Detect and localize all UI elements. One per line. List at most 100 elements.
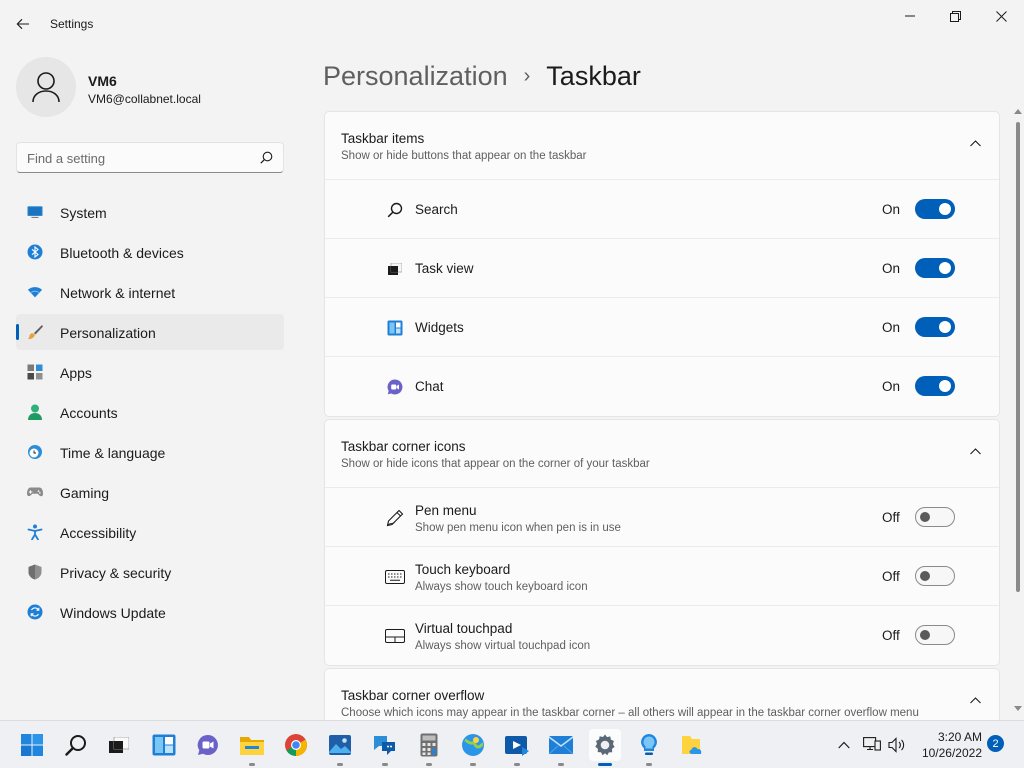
sidebar-item-label: Privacy & security [60, 565, 172, 581]
running-indicator [337, 763, 343, 766]
running-indicator [514, 763, 520, 766]
sidebar-nav: System Bluetooth & devices Network & int… [16, 194, 284, 634]
calculator-icon [420, 733, 438, 757]
corner-overflow-header[interactable]: Taskbar corner overflow Choose which ico… [325, 669, 999, 720]
taskbar-chat-button[interactable] [192, 729, 224, 761]
settings-search[interactable] [16, 142, 284, 173]
chat-toggle[interactable] [915, 376, 955, 396]
taskbar-file-explorer-button[interactable] [236, 729, 268, 766]
taskbar-items-header[interactable]: Taskbar items Show or hide buttons that … [325, 112, 999, 180]
restore-button[interactable] [932, 0, 978, 32]
close-icon [995, 10, 1007, 22]
search-icon [385, 200, 405, 220]
sidebar-item-accounts[interactable]: Accounts [16, 394, 284, 430]
sidebar-item-bluetooth[interactable]: Bluetooth & devices [16, 234, 284, 270]
taskbar-maps-button[interactable] [457, 729, 489, 766]
running-indicator [646, 763, 652, 766]
sidebar-item-time-language[interactable]: Time & language [16, 434, 284, 470]
network-icon [863, 737, 881, 751]
scrollbar-thumb[interactable] [1016, 122, 1020, 592]
taskbar-chrome-button[interactable] [280, 729, 312, 761]
back-button[interactable] [8, 10, 38, 38]
setting-label: Pen menu [415, 503, 477, 518]
shield-icon [27, 564, 43, 580]
search-toggle[interactable] [915, 199, 955, 219]
corner-icons-header[interactable]: Taskbar corner icons Show or hide icons … [325, 420, 999, 488]
taskbar-item-widgets-row: Widgets On [325, 298, 999, 357]
close-button[interactable] [978, 0, 1024, 32]
content-scrollbar[interactable] [1012, 108, 1024, 720]
sidebar-item-label: Time & language [60, 445, 166, 461]
speaker-icon [888, 737, 905, 753]
taskbar-settings-button[interactable] [589, 729, 621, 766]
notification-badge[interactable]: 2 [987, 735, 1004, 752]
search-input[interactable] [27, 149, 247, 167]
title-bar: Settings [0, 0, 1024, 48]
task-view-toggle[interactable] [915, 258, 955, 278]
network-status-button[interactable] [861, 735, 883, 755]
setting-label: Touch keyboard [415, 562, 511, 577]
breadcrumb-parent-link[interactable]: Personalization [323, 61, 508, 92]
section-subtitle: Show or hide buttons that appear on the … [341, 150, 587, 162]
chevron-up-icon[interactable] [970, 448, 981, 455]
scroll-up-icon[interactable] [1014, 108, 1022, 114]
scroll-down-icon[interactable] [1014, 706, 1022, 712]
restore-icon [949, 10, 961, 22]
settings-window: Settings VM6 VM6@collabnet.local System … [0, 0, 1024, 720]
pen-menu-toggle[interactable] [915, 507, 955, 527]
taskbar-media-player-button[interactable] [501, 729, 533, 766]
sidebar-item-privacy-security[interactable]: Privacy & security [16, 554, 284, 590]
taskbar-tips-button[interactable] [633, 729, 665, 766]
touch-keyboard-toggle[interactable] [915, 566, 955, 586]
sidebar-item-system[interactable]: System [16, 194, 284, 230]
widgets-toggle[interactable] [915, 317, 955, 337]
taskbar-teams-button[interactable] [369, 729, 401, 766]
taskbar-search-button[interactable] [60, 729, 92, 761]
volume-button[interactable] [886, 735, 908, 755]
sidebar-item-network[interactable]: Network & internet [16, 274, 284, 310]
search-icon[interactable] [260, 151, 273, 164]
page-title: Taskbar [546, 60, 641, 91]
chat-icon [197, 734, 218, 755]
chevron-up-icon[interactable] [970, 697, 981, 704]
sidebar-item-gaming[interactable]: Gaming [16, 474, 284, 510]
section-title: Taskbar corner icons [341, 439, 466, 454]
start-button[interactable] [16, 729, 48, 761]
avatar[interactable] [16, 57, 76, 117]
sidebar-item-label: Windows Update [60, 605, 166, 621]
toggle-state-text: On [882, 202, 901, 217]
user-email: VM6@collabnet.local [88, 92, 201, 106]
sidebar-item-accessibility[interactable]: Accessibility [16, 514, 284, 550]
show-hidden-icons-button[interactable] [833, 735, 855, 755]
sidebar-item-label: System [60, 205, 107, 221]
setting-description: Always show virtual touchpad icon [415, 640, 591, 652]
sidebar-item-label: Accessibility [60, 525, 137, 541]
wifi-icon [27, 284, 43, 300]
toggle-state-text: On [882, 261, 901, 276]
chevron-up-icon[interactable] [970, 140, 981, 147]
section-subtitle: Show or hide icons that appear on the co… [341, 458, 650, 470]
sidebar-item-windows-update[interactable]: Windows Update [16, 594, 284, 630]
taskbar-widgets-button[interactable] [148, 729, 180, 761]
taskbar-mail-button[interactable] [545, 729, 577, 766]
pen-icon [385, 508, 405, 528]
media-player-icon [505, 736, 529, 756]
taskbar-item-search-row: Search On [325, 180, 999, 239]
bluetooth-icon [27, 244, 43, 260]
taskbar-task-view-button[interactable] [103, 729, 135, 761]
taskbar-onedrive-folder-button[interactable] [677, 729, 709, 761]
clock-globe-icon [27, 444, 43, 460]
maps-icon [462, 734, 484, 756]
start-icon [21, 734, 43, 756]
taskbar-calculator-button[interactable] [413, 729, 445, 766]
taskbar-clock[interactable]: 3:20 AM 10/26/2022 [910, 729, 982, 761]
minimize-button[interactable] [887, 0, 933, 32]
breadcrumb: Personalization › Taskbar [323, 58, 641, 94]
keyboard-icon [385, 567, 405, 587]
setting-description: Show pen menu icon when pen is in use [415, 522, 621, 534]
virtual-touchpad-toggle[interactable] [915, 625, 955, 645]
sidebar-item-apps[interactable]: Apps [16, 354, 284, 390]
corner-virtual-touchpad-row: Virtual touchpad Always show virtual tou… [325, 606, 999, 665]
taskbar-photos-button[interactable] [324, 729, 356, 766]
sidebar-item-personalization[interactable]: Personalization [16, 314, 284, 350]
